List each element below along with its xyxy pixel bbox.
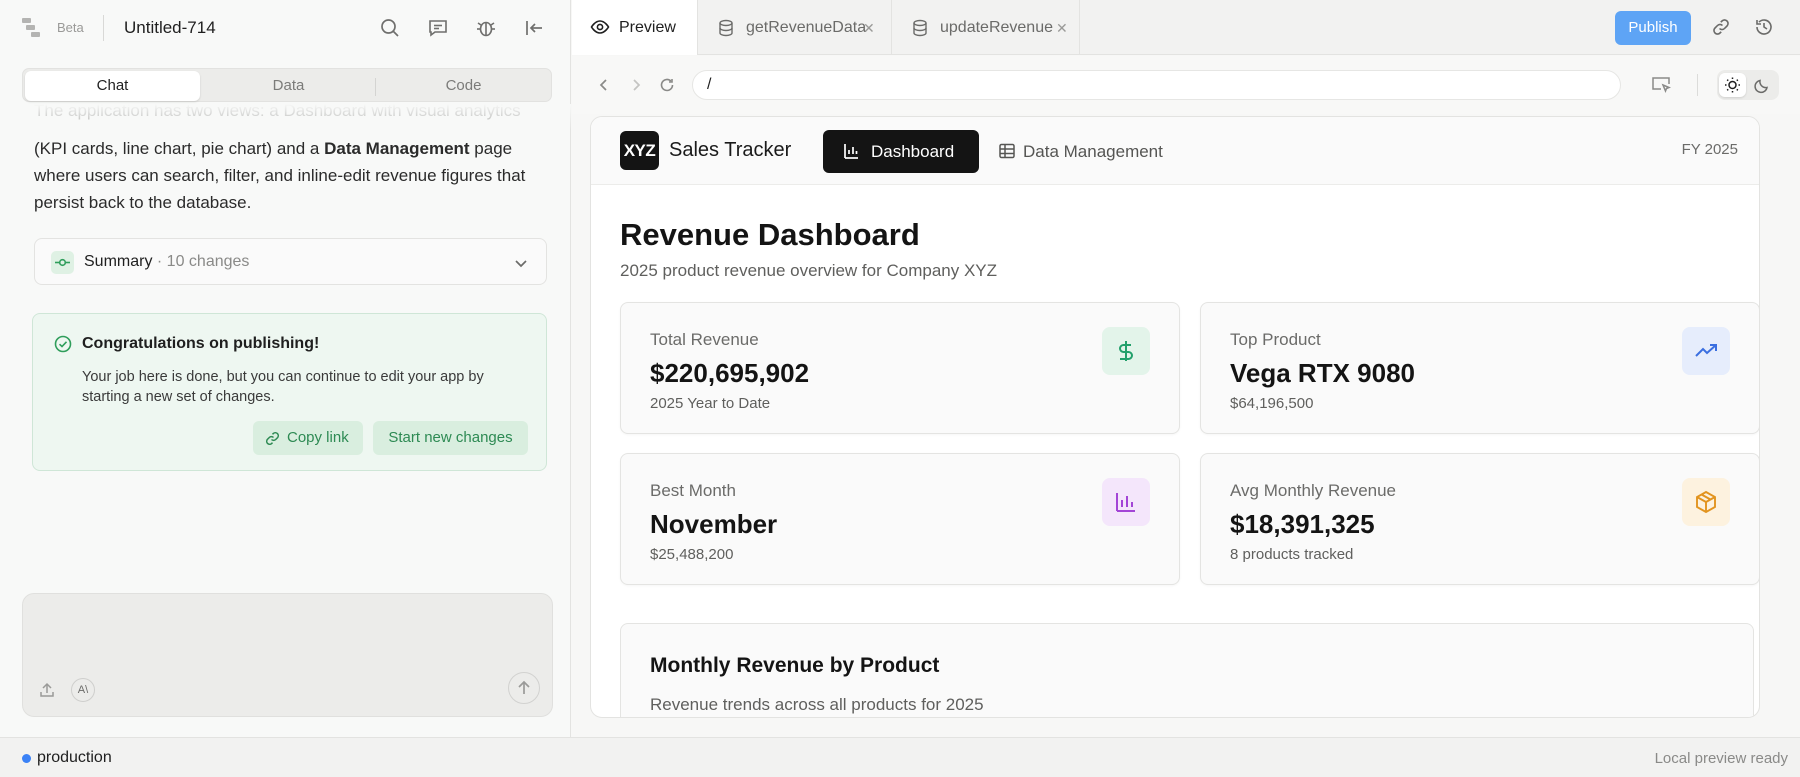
theme-toggle[interactable]: [1717, 70, 1779, 100]
tab-preview[interactable]: Preview: [572, 0, 698, 55]
summary-title: Summary: [84, 253, 153, 270]
dollar-icon: [1102, 327, 1150, 375]
environment-label[interactable]: production: [37, 749, 112, 767]
eye-icon: [590, 19, 610, 35]
success-body: Your job here is done, but you can conti…: [82, 369, 484, 405]
chat-line: (KPI cards, line chart, pie chart) and a…: [34, 135, 512, 162]
site-name[interactable]: Sales Tracker: [669, 139, 791, 162]
divider: [103, 15, 104, 41]
kpi-subtext: $25,488,200: [650, 546, 734, 563]
tab-label: getRevenueData: [746, 19, 867, 36]
bug-icon[interactable]: [475, 17, 497, 39]
moon-icon[interactable]: [1749, 73, 1776, 97]
search-icon[interactable]: [379, 17, 401, 39]
preview-status: Local preview ready: [1654, 750, 1788, 767]
commit-icon: [51, 251, 74, 274]
preview-frame: XYZ Sales Tracker Dashboard Data Managem…: [590, 116, 1760, 718]
kpi-value: $18,391,325: [1230, 509, 1375, 539]
success-title: Congratulations on publishing!: [82, 335, 320, 352]
table-icon: [999, 143, 1015, 159]
back-icon[interactable]: [597, 77, 611, 93]
chevron-down-icon[interactable]: [512, 254, 530, 272]
copy-link-button[interactable]: Copy link: [253, 421, 363, 455]
history-icon[interactable]: [1754, 17, 1774, 37]
model-selector-icon[interactable]: A\: [71, 678, 95, 702]
chat-text-span: (KPI cards, line chart, pie chart) and a: [34, 139, 325, 158]
monthly-revenue-chart-card: Monthly Revenue by Product Revenue trend…: [620, 623, 1754, 717]
summary-collapsible[interactable]: Summary · 10 changes: [34, 238, 547, 285]
close-icon[interactable]: ✕: [863, 20, 875, 37]
environment-status-dot: [22, 754, 31, 763]
chart-subtitle: Revenue trends across all products for 2…: [650, 695, 984, 714]
package-icon: [1682, 478, 1730, 526]
kpi-label: Best Month: [650, 481, 736, 500]
chat-bold-span: Data Management: [324, 139, 470, 158]
check-circle-icon: [54, 335, 72, 353]
chat-composer[interactable]: A\: [22, 593, 553, 717]
site-logo[interactable]: XYZ: [620, 131, 659, 170]
divider: [1697, 74, 1698, 96]
link-icon: [265, 431, 280, 446]
site-header: XYZ Sales Tracker Dashboard Data Managem…: [591, 117, 1759, 185]
chart-title: Monthly Revenue by Product: [650, 654, 940, 677]
kpi-card-best-month: Best Month November $25,488,200: [620, 453, 1180, 585]
sun-icon[interactable]: [1719, 73, 1746, 97]
collapse-panel-icon[interactable]: [523, 17, 545, 39]
comment-icon[interactable]: [427, 17, 449, 39]
tab-getrevenuedata[interactable]: getRevenueData ✕: [698, 0, 892, 55]
upload-icon[interactable]: [39, 682, 55, 698]
kpi-card-total-revenue: Total Revenue $220,695,902 2025 Year to …: [620, 302, 1180, 434]
nav-dashboard[interactable]: Dashboard: [823, 130, 979, 173]
bar-chart-icon: [843, 143, 859, 159]
kpi-subtext: $64,196,500: [1230, 395, 1314, 412]
select-element-icon[interactable]: [1651, 76, 1671, 94]
kpi-label: Total Revenue: [650, 330, 759, 349]
chat-text-span: page: [469, 139, 513, 158]
tab-updaterevenue[interactable]: updateRevenue ✕: [892, 0, 1080, 55]
publish-button[interactable]: Publish: [1615, 11, 1691, 45]
chat-line-faded: The application has two views: a Dashboa…: [34, 101, 521, 120]
nav-data-label: Data Management: [1023, 142, 1163, 161]
kpi-label: Top Product: [1230, 330, 1321, 349]
status-bar: production Local preview ready: [0, 737, 1800, 777]
app-logo-icon[interactable]: [22, 18, 44, 38]
document-title[interactable]: Untitled-714: [124, 18, 216, 38]
page-title: Revenue Dashboard: [620, 217, 920, 252]
bar-chart-icon: [1102, 478, 1150, 526]
kpi-value: $220,695,902: [650, 358, 810, 388]
kpi-value: November: [650, 509, 778, 539]
tab-label: updateRevenue: [940, 19, 1053, 36]
start-new-changes-button[interactable]: Start new changes: [373, 421, 528, 455]
send-button[interactable]: [508, 672, 540, 704]
publish-success-card: Congratulations on publishing! Your job …: [32, 313, 547, 471]
fiscal-year-label: FY 2025: [1681, 141, 1738, 158]
nav-dashboard-label: Dashboard: [871, 142, 955, 161]
reload-icon[interactable]: [659, 77, 675, 93]
kpi-card-top-product: Top Product Vega RTX 9080 $64,196,500: [1200, 302, 1759, 434]
forward-icon[interactable]: [629, 77, 643, 93]
database-icon: [718, 19, 734, 37]
trending-up-icon: [1682, 327, 1730, 375]
link-icon[interactable]: [1711, 17, 1731, 37]
page-subtitle: 2025 product revenue overview for Compan…: [620, 261, 998, 280]
summary-count: · 10 changes: [152, 253, 250, 270]
left-header: Beta Untitled-714: [0, 0, 571, 56]
kpi-label: Avg Monthly Revenue: [1230, 481, 1397, 500]
database-icon: [912, 19, 928, 37]
kpi-card-avg-monthly-revenue: Avg Monthly Revenue $18,391,325 8 produc…: [1200, 453, 1759, 585]
kpi-subtext: 2025 Year to Date: [650, 395, 771, 412]
kpi-subtext: 8 products tracked: [1230, 546, 1354, 563]
url-input[interactable]: /: [692, 70, 1621, 100]
kpi-value: Vega RTX 9080: [1230, 358, 1415, 388]
chat-line: persist back to the database.: [34, 193, 252, 212]
summary-label: Summary · 10 changes: [84, 253, 249, 271]
chat-line: where users can search, filter, and inli…: [34, 166, 526, 185]
tab-label: Preview: [619, 19, 676, 36]
beta-badge: Beta: [57, 20, 84, 35]
copy-link-label: Copy link: [287, 429, 349, 446]
close-icon[interactable]: ✕: [1056, 20, 1068, 37]
left-panel: Beta Untitled-714 Chat Data Code The app…: [0, 0, 571, 737]
